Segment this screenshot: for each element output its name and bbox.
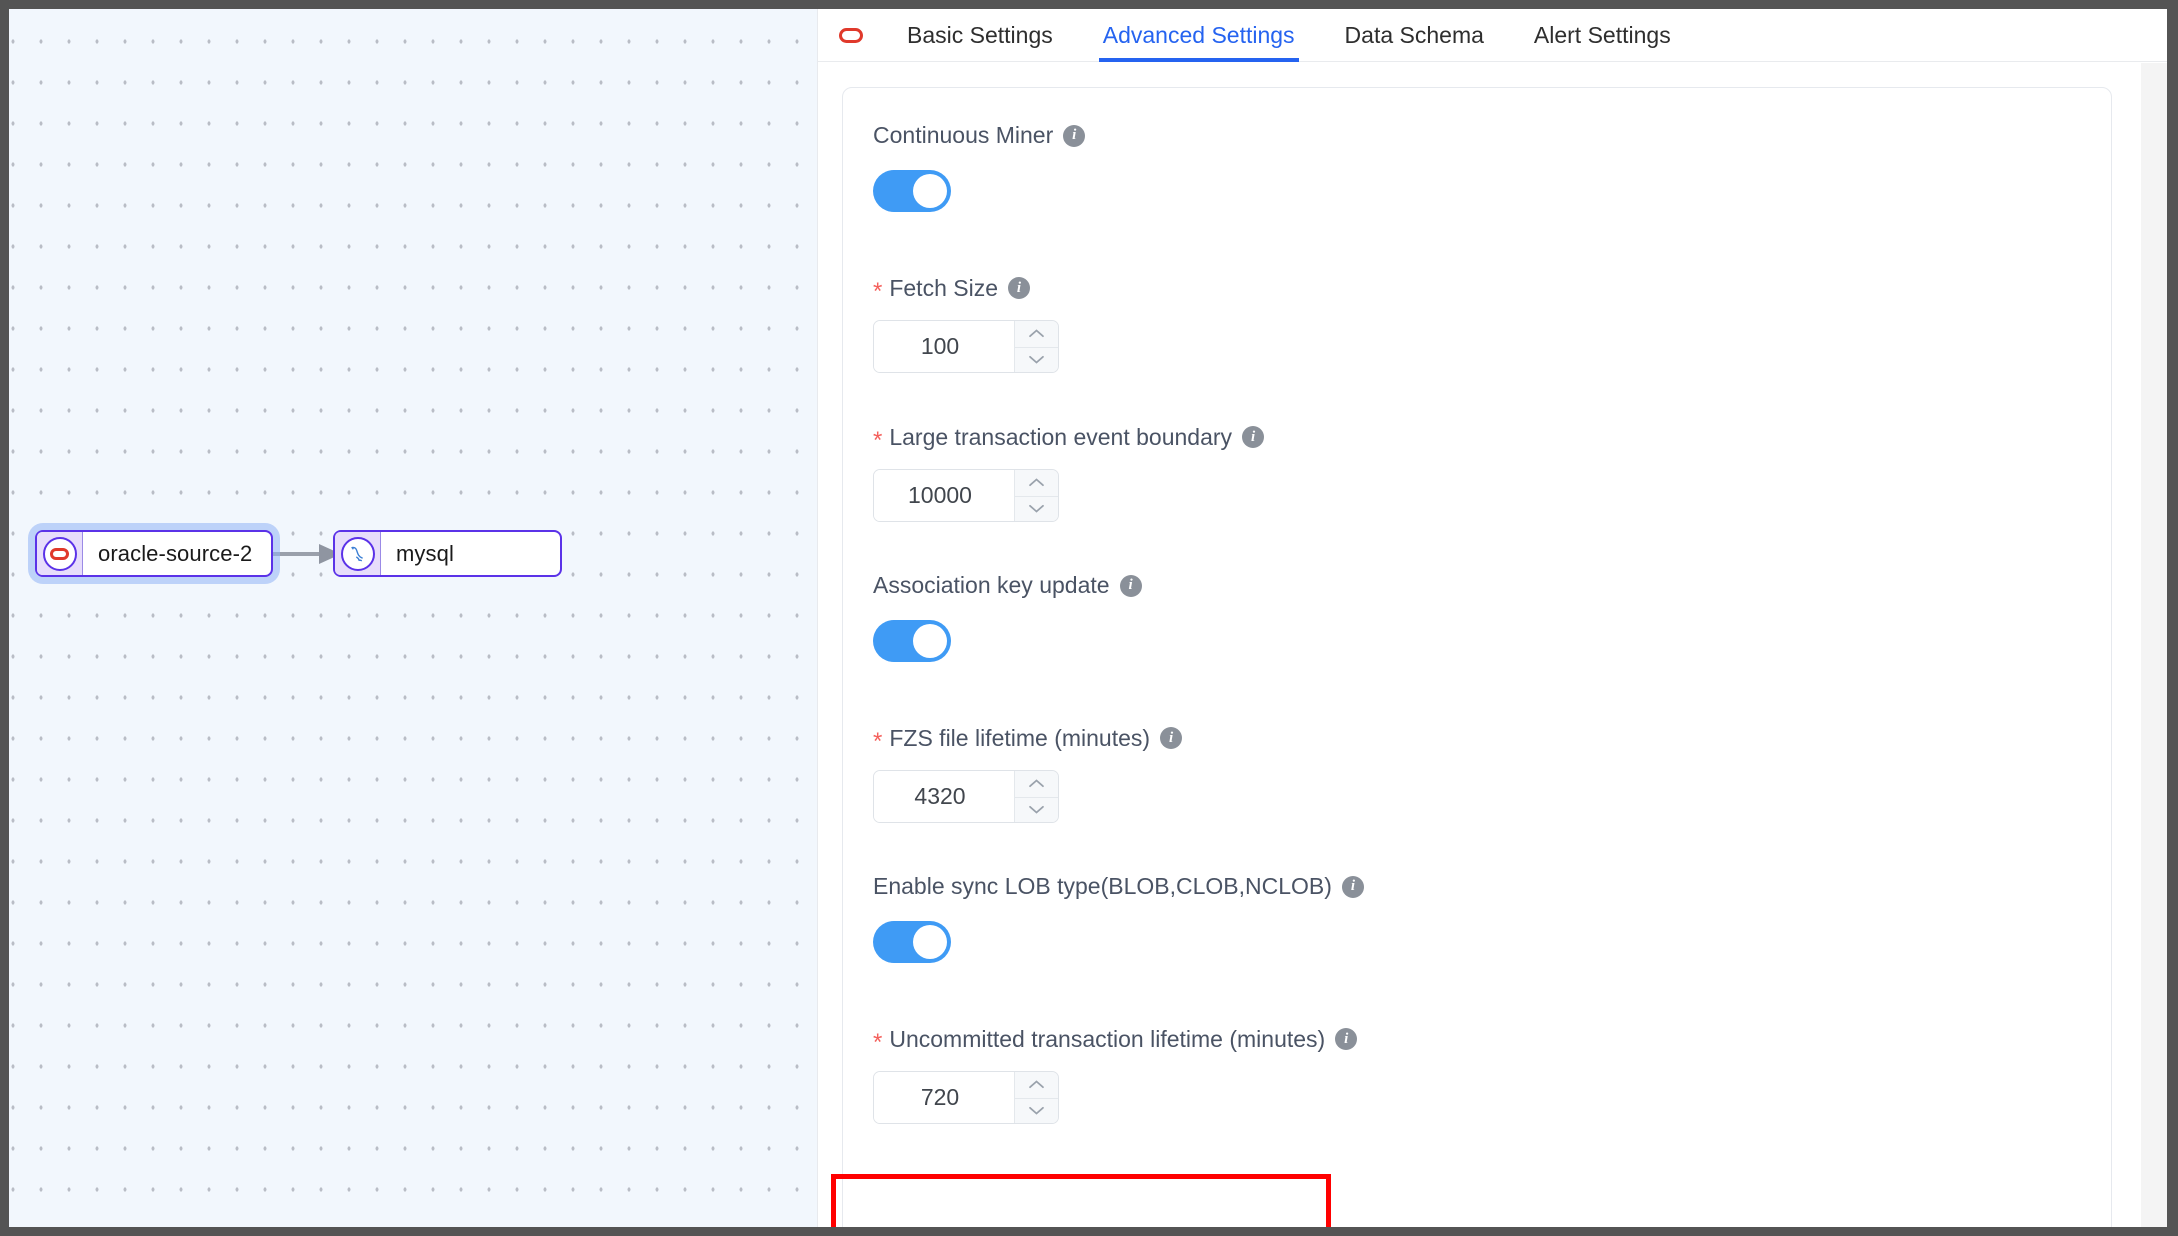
field-uncommitted-transaction-lifetime: * Uncommitted transaction lifetime (minu…: [873, 1027, 2111, 1124]
spinner-buttons: [1014, 470, 1058, 521]
label-association-key-update: Association key update i: [873, 574, 2111, 597]
highlight-annotation-box: [831, 1174, 1331, 1227]
label-uncommitted-transaction-lifetime: * Uncommitted transaction lifetime (minu…: [873, 1025, 2111, 1055]
field-large-transaction-event-boundary: * Large transaction event boundary i: [873, 425, 2111, 522]
mysql-dolphin-icon: [340, 536, 375, 571]
chevron-up-icon[interactable]: [1015, 321, 1058, 347]
canvas-node-mysql[interactable]: mysql: [333, 530, 562, 577]
panel-scrollbar[interactable]: [2141, 63, 2167, 1227]
info-icon[interactable]: i: [1242, 426, 1265, 448]
input-fzs-file-lifetime[interactable]: [874, 771, 1014, 822]
tab-bar: Basic Settings Advanced Settings Data Sc…: [818, 9, 2167, 62]
spinner-large-transaction-event-boundary[interactable]: [873, 469, 1059, 522]
info-icon[interactable]: i: [1335, 1028, 1358, 1050]
label-text: FZS file lifetime (minutes): [889, 724, 1151, 751]
oracle-logo-icon: [833, 27, 869, 43]
input-uncommitted-transaction-lifetime[interactable]: [874, 1072, 1014, 1123]
window-content: oracle-source-2 mysql Basic Settings Adv…: [9, 9, 2167, 1227]
node-label: oracle-source-2: [98, 540, 253, 566]
spinner-fetch-size[interactable]: [873, 320, 1059, 373]
field-continuous-miner: Continuous Miner i: [873, 124, 2111, 212]
info-icon[interactable]: i: [1341, 875, 1364, 898]
spinner-buttons: [1014, 771, 1058, 822]
chevron-down-icon[interactable]: [1015, 346, 1058, 373]
label-large-transaction-event-boundary: * Large transaction event boundary i: [873, 423, 2111, 453]
oracle-icon: [42, 536, 77, 571]
required-marker: *: [873, 427, 883, 454]
label-text: Fetch Size: [889, 274, 998, 301]
chevron-down-icon[interactable]: [1015, 1097, 1058, 1124]
chevron-up-icon[interactable]: [1015, 1072, 1058, 1098]
field-enable-sync-lob-type: Enable sync LOB type(BLOB,CLOB,NCLOB) i: [873, 875, 2111, 963]
chevron-up-icon[interactable]: [1015, 771, 1058, 797]
node-icon-cell: [37, 532, 83, 575]
toggle-knob: [913, 624, 947, 658]
field-fzs-file-lifetime: * FZS file lifetime (minutes) i: [873, 726, 2111, 823]
spinner-buttons: [1014, 1072, 1058, 1123]
spinner-buttons: [1014, 321, 1058, 372]
field-association-key-update: Association key update i: [873, 574, 2111, 662]
label-fzs-file-lifetime: * FZS file lifetime (minutes) i: [873, 724, 2111, 754]
advanced-settings-form: Continuous Miner i * Fetch Size i 100 * …: [831, 87, 2112, 1227]
pipeline-canvas[interactable]: oracle-source-2 mysql: [9, 9, 818, 1227]
label-continuous-miner: Continuous Miner i: [873, 124, 2111, 147]
tab-advanced-settings[interactable]: Advanced Settings: [1078, 9, 1320, 62]
settings-scroll-area[interactable]: Continuous Miner i * Fetch Size i 100 * …: [818, 62, 2167, 1227]
input-large-transaction-event-boundary[interactable]: [874, 470, 1014, 521]
tab-alert-settings[interactable]: Alert Settings: [1509, 9, 1696, 62]
required-marker: *: [873, 728, 883, 755]
required-marker: *: [873, 278, 883, 305]
label-text: Uncommitted transaction lifetime (minute…: [889, 1025, 1326, 1052]
chevron-down-icon[interactable]: [1015, 796, 1058, 823]
spinner-uncommitted-transaction-lifetime[interactable]: [873, 1071, 1059, 1124]
edge-oracle-to-mysql: [271, 544, 341, 564]
info-icon[interactable]: i: [1160, 727, 1183, 749]
spinner-fzs-file-lifetime[interactable]: [873, 770, 1059, 823]
chevron-down-icon[interactable]: [1015, 495, 1058, 522]
input-fetch-size[interactable]: [874, 321, 1014, 372]
label-text: Enable sync LOB type(BLOB,CLOB,NCLOB): [873, 873, 1332, 899]
label-text: Association key update: [873, 572, 1110, 598]
tab-data-schema[interactable]: Data Schema: [1320, 9, 1509, 62]
node-label: mysql: [396, 540, 454, 566]
label-fetch-size: * Fetch Size i: [873, 274, 2111, 304]
label-text: Large transaction event boundary: [889, 423, 1233, 450]
canvas-node-oracle-source-2[interactable]: oracle-source-2: [35, 530, 273, 577]
label-enable-sync-lob-type: Enable sync LOB type(BLOB,CLOB,NCLOB) i: [873, 875, 2111, 898]
chevron-up-icon[interactable]: [1015, 470, 1058, 496]
toggle-association-key-update[interactable]: [873, 620, 951, 662]
settings-panel: Basic Settings Advanced Settings Data Sc…: [818, 9, 2167, 1227]
required-marker: *: [873, 1029, 883, 1056]
label-text: Continuous Miner: [873, 122, 1054, 148]
info-icon[interactable]: i: [1119, 574, 1142, 597]
toggle-knob: [913, 925, 947, 959]
toggle-knob: [913, 174, 947, 208]
tab-basic-settings[interactable]: Basic Settings: [882, 9, 1078, 62]
info-icon[interactable]: i: [1063, 124, 1086, 147]
field-fetch-size: * Fetch Size i: [873, 276, 2111, 373]
toggle-enable-sync-lob-type[interactable]: [873, 921, 951, 963]
info-icon[interactable]: i: [1008, 277, 1030, 299]
node-icon-cell: [335, 532, 381, 575]
app-window: oracle-source-2 mysql Basic Settings Adv…: [0, 0, 2178, 1236]
toggle-continuous-miner[interactable]: [873, 170, 951, 212]
